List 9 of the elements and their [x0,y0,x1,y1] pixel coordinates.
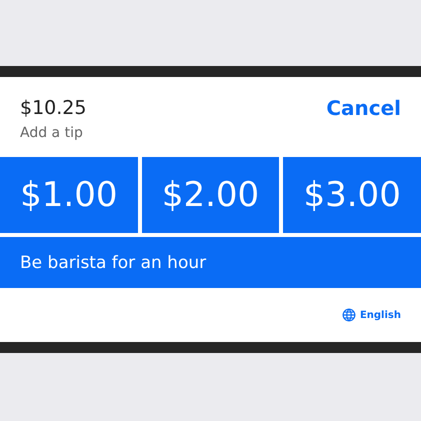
tip-prompt: Add a tip [20,125,84,141]
language-button[interactable]: English [342,308,401,322]
tip-button[interactable]: $3.00 [283,157,421,233]
total-amount: $10.25 [20,97,86,119]
tip-button[interactable]: $1.00 [0,157,138,233]
cancel-button[interactable]: Cancel [326,96,401,120]
custom-tip-button[interactable]: Be barista for an hour [0,237,421,288]
globe-icon [342,308,356,322]
tip-button[interactable]: $2.00 [142,157,280,233]
